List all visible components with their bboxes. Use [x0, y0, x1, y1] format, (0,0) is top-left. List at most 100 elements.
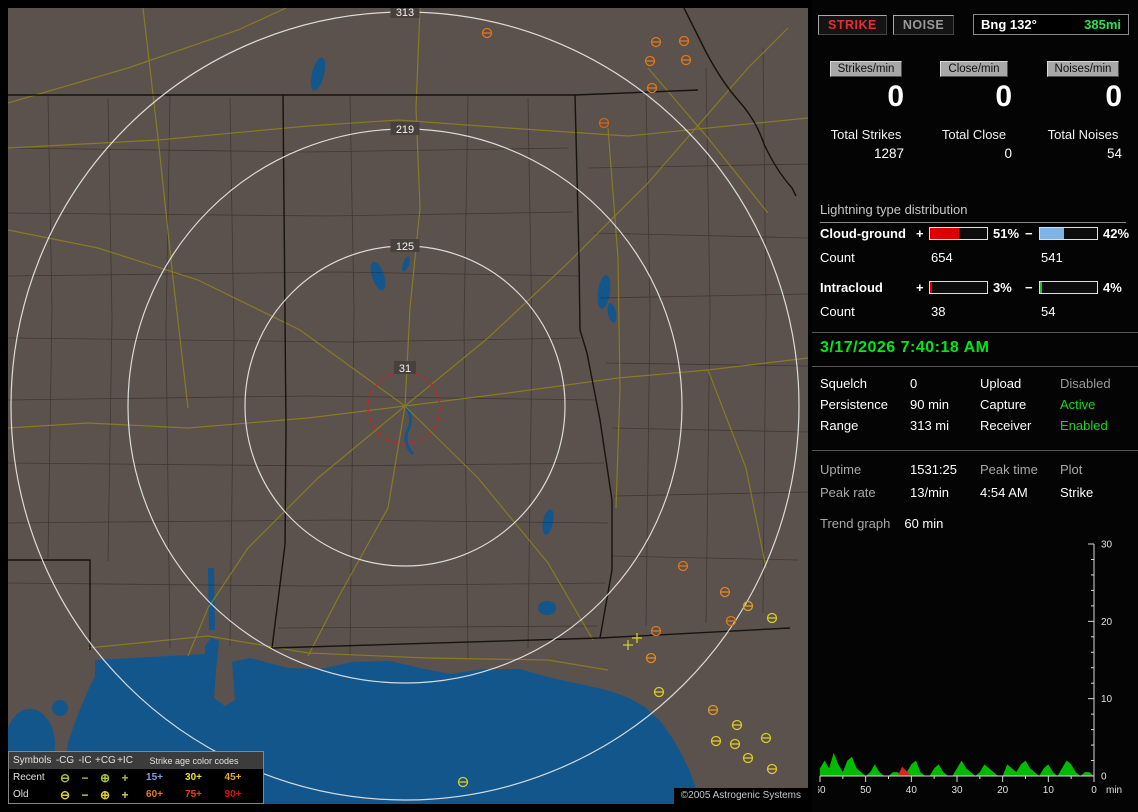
noise-button[interactable]: NOISE: [892, 14, 955, 35]
total-close-label: Total Close: [941, 127, 1007, 142]
uptime-label: Uptime: [820, 462, 862, 477]
strike-symbol: [760, 732, 772, 744]
receiver-status: Enabled: [1060, 418, 1108, 433]
strike-symbol: [742, 600, 754, 612]
minus-sign: −: [1025, 280, 1033, 295]
cg-pos-count: 654: [931, 250, 953, 265]
strikes-per-min-value: 0: [887, 80, 904, 113]
cg-pos-bar: [929, 227, 988, 240]
noises-per-min-value: 0: [1105, 80, 1122, 113]
persistence-label: Persistence: [820, 397, 888, 412]
strike-symbol: [729, 738, 741, 750]
range-ring-label: 125: [396, 241, 414, 253]
range-ring-label: 219: [396, 124, 414, 136]
strike-symbol: [481, 27, 493, 39]
old-pos-cg-icon: ⊕: [99, 787, 111, 802]
strike-symbol: [677, 560, 689, 572]
legend-age-title: Strike age color codes: [149, 755, 239, 766]
map-view[interactable]: 313 219 125 31 Symbols -CG -IC +CG +IC Stri…: [8, 8, 808, 804]
strike-symbol: [725, 615, 737, 627]
strike-symbol: [650, 625, 662, 637]
strike-symbol: [680, 54, 692, 66]
minus-sign: −: [1025, 226, 1033, 241]
strike-symbol: [645, 652, 657, 664]
separator: [812, 332, 1138, 333]
range-label: Range: [820, 418, 859, 433]
noises-per-min-button[interactable]: Noises/min: [1046, 61, 1120, 77]
total-strikes-value: 1287: [873, 146, 904, 161]
plot-value: Strike: [1060, 485, 1094, 500]
total-noises-label: Total Noises: [1047, 127, 1119, 142]
separator: [812, 366, 1138, 367]
peak-rate-value: 13/min: [910, 485, 950, 500]
intracloud-label: Intracloud: [820, 280, 883, 295]
side-panel: STRIKE NOISE Bng 132° 385mi Strikes/min …: [812, 0, 1138, 812]
cloud-ground-count-row: Count 654 541: [820, 250, 1134, 265]
ic-pos-pct: 3%: [993, 280, 1012, 295]
old-neg-cg-icon: ⊖: [59, 787, 71, 802]
recent-neg-ic-icon: −: [81, 770, 89, 785]
trend-chart: 60 50 40 30 20 10 0 min 0 10 20 30: [818, 540, 1122, 797]
bearing-label: Bng 132°: [981, 17, 1037, 32]
ic-neg-bar: [1039, 281, 1098, 294]
persistence-value: 90 min: [910, 397, 950, 412]
total-strikes-label: Total Strikes: [830, 127, 902, 142]
legend-recent-label: Recent: [13, 772, 45, 783]
peak-time-value: 4:54 AM: [980, 485, 1028, 500]
total-close-value: 0: [1004, 146, 1012, 161]
state-borders: [8, 8, 797, 650]
svg-text:0: 0: [1101, 772, 1107, 783]
strike-symbol: [766, 763, 778, 775]
svg-text:30: 30: [1101, 540, 1113, 551]
range-ring-label: 31: [399, 363, 411, 375]
intracloud-row: Intracloud + 3% − 4%: [820, 280, 1134, 295]
recent-pos-cg-icon: ⊕: [99, 770, 111, 785]
map-legend: Symbols -CG -IC +CG +IC Strike age color…: [8, 751, 264, 804]
svg-text:0: 0: [1091, 785, 1097, 796]
plot-label: Plot: [1060, 462, 1083, 477]
legend-header-row: Symbols -CG -IC +CG +IC Strike age color…: [9, 752, 263, 769]
status-grid: Squelch 0 Upload Disabled Persistence 90…: [820, 376, 1134, 433]
strike-symbol: [766, 612, 778, 624]
close-per-min-button[interactable]: Close/min: [940, 61, 1008, 77]
legend-symbols-label: Symbols: [13, 755, 52, 766]
svg-text:10: 10: [1101, 694, 1113, 705]
strike-symbol: [632, 633, 642, 643]
range-value: 313 mi: [910, 418, 950, 433]
strike-button[interactable]: STRIKE: [818, 14, 887, 35]
roads: [8, 8, 808, 671]
close-per-min-value: 0: [995, 80, 1012, 113]
ic-neg-count: 54: [1041, 304, 1056, 319]
legend-old-row: Old ⊖ − ⊕ + 60+ 75+ 90+: [9, 786, 263, 803]
ic-pos-count: 38: [931, 304, 946, 319]
cloud-ground-label: Cloud-ground: [820, 226, 906, 241]
total-noises-value: 54: [1106, 146, 1122, 161]
cloud-ground-row: Cloud-ground + 51% − 42%: [820, 226, 1134, 241]
map-canvas: 313 219 125 31: [8, 8, 808, 804]
trend-series-strike_rate_per_min: [820, 752, 1094, 776]
capture-label: Capture: [980, 397, 1027, 412]
separator: [812, 450, 1138, 451]
receiver-label: Receiver: [980, 418, 1032, 433]
capture-status: Active: [1060, 397, 1096, 412]
svg-text:20: 20: [1101, 617, 1113, 628]
squelch-label: Squelch: [820, 376, 867, 391]
age-15: 15+: [146, 772, 163, 783]
cg-pos-pct: 51%: [993, 226, 1020, 241]
age-90: 90+: [224, 789, 242, 800]
age-45: 45+: [224, 772, 242, 783]
legend-old-label: Old: [13, 789, 29, 800]
copyright-label: ©2005 Astrogenic Systems: [673, 788, 808, 804]
strike-symbol: [707, 704, 719, 716]
datetime-display: 3/17/2026 7:40:18 AM: [820, 339, 990, 356]
svg-text:10: 10: [1043, 785, 1055, 796]
strike-symbol: [623, 640, 633, 650]
strike-symbol: [731, 719, 743, 731]
uptime-value: 1531:25: [910, 462, 957, 477]
svg-text:50: 50: [860, 785, 872, 796]
strikes-per-min-button[interactable]: Strikes/min: [829, 61, 903, 77]
trend-graph-label: Trend graph: [820, 516, 891, 531]
old-neg-ic-icon: −: [81, 787, 89, 802]
bearing-display: Bng 132° 385mi: [973, 14, 1129, 35]
legend-col-neg-cg: -CG: [55, 755, 75, 766]
